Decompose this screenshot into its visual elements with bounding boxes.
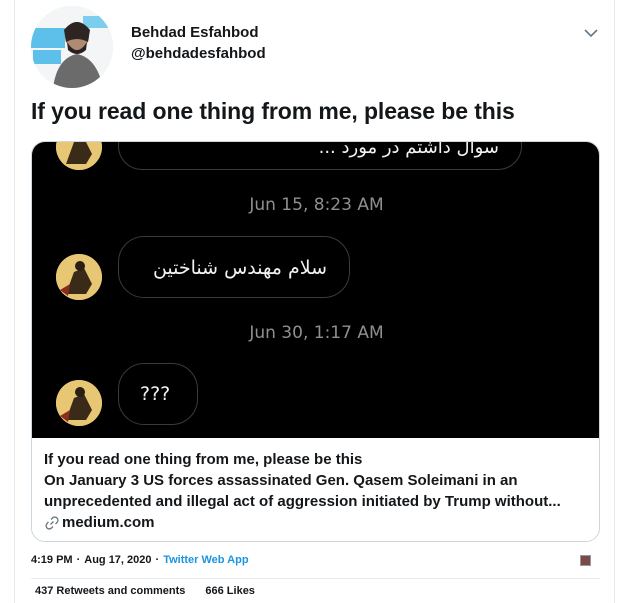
author-display-name[interactable]: Behdad Esfahbod: [131, 24, 259, 41]
chat-avatar: [56, 142, 102, 170]
tweet-date[interactable]: Aug 17, 2020: [84, 554, 151, 566]
chat-bubble: ???: [118, 363, 198, 425]
tweet-text: If you read one thing from me, please be…: [31, 98, 515, 124]
author-avatar[interactable]: [31, 6, 113, 88]
tweet-time[interactable]: 4:19 PM: [31, 554, 73, 566]
card-description: On January 3 US forces assassinated Gen.…: [44, 472, 561, 510]
tweet-meta: 4:19 PM · Aug 17, 2020 · Twitter Web App: [31, 554, 249, 566]
chat-bubble-text: سلام مهندس شناختین: [152, 257, 327, 279]
chat-bubble: سلام مهندس شناختین: [118, 236, 350, 298]
author-handle[interactable]: @behdadesfahbod: [131, 45, 266, 62]
meta-separator: ·: [155, 554, 160, 566]
chat-timestamp: Jun 30, 1:17 AM: [249, 323, 384, 343]
tweet-stats: 437 Retweets and comments 666 Likes: [35, 585, 255, 597]
chat-bubble-text: ???: [140, 383, 171, 405]
card-title: If you read one thing from me, please be…: [44, 451, 363, 468]
chat-avatar: [56, 254, 102, 300]
chat-bubble-partial-text: سوال داشتم در مورد ...: [318, 142, 499, 158]
card-domain-text: medium.com: [62, 514, 155, 531]
card-domain[interactable]: medium.com: [44, 512, 589, 533]
tweet: Behdad Esfahbod @behdadesfahbod If you r…: [14, 0, 615, 603]
chat-bubble-partial: سوال داشتم در مورد ...: [118, 142, 522, 170]
link-card[interactable]: سوال داشتم در مورد ... Jun 15, 8:23 AM س…: [31, 141, 600, 542]
likes-count[interactable]: 666 Likes: [205, 585, 255, 597]
chevron-down-icon[interactable]: [582, 24, 600, 42]
divider: [31, 578, 600, 579]
media-thumbnail[interactable]: [580, 555, 591, 566]
tweet-client[interactable]: Twitter Web App: [163, 554, 248, 566]
link-icon: [45, 515, 59, 530]
chat-timestamp: Jun 15, 8:23 AM: [249, 195, 384, 215]
card-body: If you read one thing from me, please be…: [32, 438, 599, 541]
chat-avatar: [56, 380, 102, 426]
retweets-count[interactable]: 437 Retweets and comments: [35, 585, 185, 597]
card-image: سوال داشتم در مورد ... Jun 15, 8:23 AM س…: [32, 142, 599, 438]
meta-separator: ·: [76, 554, 81, 566]
